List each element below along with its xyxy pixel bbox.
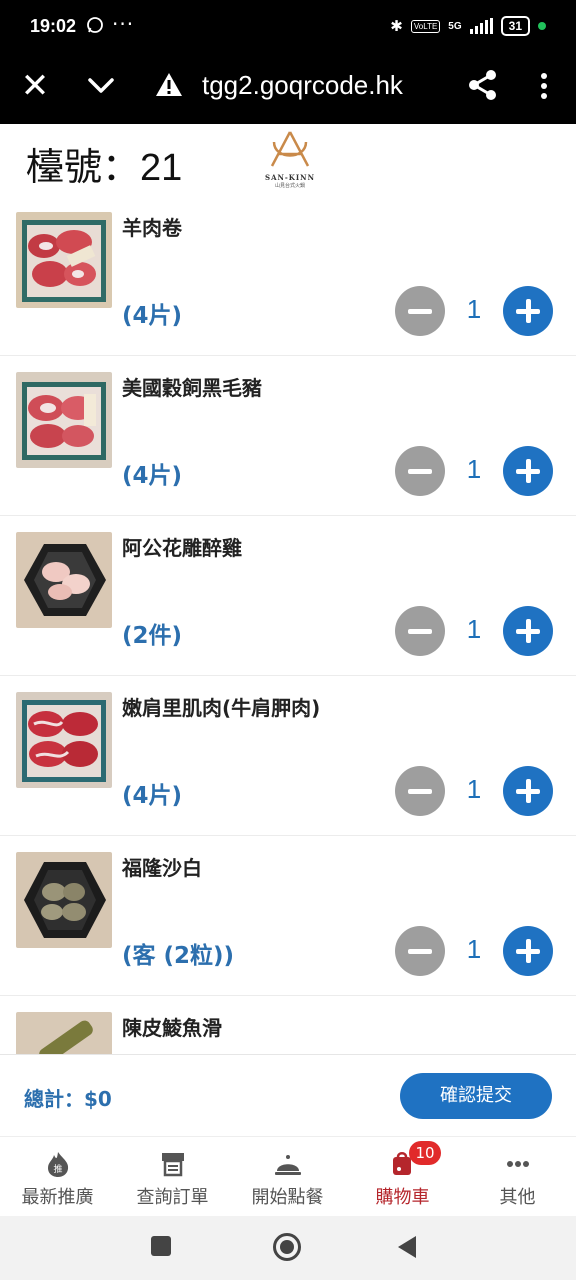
volte-icon: VoLTE — [410, 19, 441, 33]
order-footer: 總計：$0 確認提交 — [0, 1054, 576, 1136]
table-number-label: 檯號： — [26, 145, 141, 189]
item-photo-clam — [16, 852, 112, 948]
item-photo-chicken — [16, 532, 112, 628]
confirm-submit-button[interactable]: 確認提交 — [400, 1073, 552, 1119]
item-quantity: 1 — [466, 454, 482, 484]
item-name: 羊肉卷 — [122, 216, 182, 240]
nav-label: 購物車 — [375, 1187, 430, 1208]
item-quantity: 1 — [466, 614, 482, 644]
increase-button[interactable] — [503, 286, 553, 336]
close-icon[interactable]: ✕ — [20, 68, 50, 104]
item-quantity: 1 — [466, 294, 482, 324]
orders-icon — [162, 1153, 184, 1177]
nav-item-promotions[interactable]: 推 最新推廣 — [0, 1137, 115, 1217]
item-quantity: 1 — [466, 934, 482, 964]
order-total: 總計：$0 — [24, 1083, 112, 1112]
decrease-button[interactable] — [395, 606, 445, 656]
back-button[interactable] — [398, 1236, 416, 1258]
item-photo-fish — [16, 1012, 112, 1054]
table-number-heading: 檯號：21 — [26, 136, 182, 191]
nav-label: 查詢訂單 — [136, 1187, 209, 1208]
signal-icon — [469, 18, 493, 34]
cart-item-list[interactable]: 羊肉卷 (4片) 1 美國穀飼黑毛豬 (4片) 1 阿公花雕醉雞 (2件) 1 … — [0, 196, 576, 1054]
url-text[interactable]: tgg2.goqrcode.hk — [202, 70, 403, 101]
more-icon — [507, 1161, 529, 1167]
privacy-dot-icon — [538, 22, 546, 30]
item-name: 阿公花雕醉雞 — [122, 536, 242, 560]
logo-brand-text: SAN-KINN — [265, 173, 315, 182]
nav-label: 其他 — [499, 1187, 536, 1208]
cart-item: 阿公花雕醉雞 (2件) 1 — [0, 516, 576, 676]
item-name: 福隆沙白 — [122, 856, 202, 880]
increase-button[interactable] — [503, 606, 553, 656]
item-unit: (4片) — [122, 303, 183, 329]
nav-item-cart[interactable]: 10 購物車 — [345, 1137, 460, 1217]
cart-item: 福隆沙白 (客 (2粒)) 1 — [0, 836, 576, 996]
dish-icon — [275, 1155, 301, 1175]
item-name: 嫩肩里肌肉(牛肩胛肉) — [122, 696, 321, 720]
increase-button[interactable] — [503, 766, 553, 816]
cart-item: 嫩肩里肌肉(牛肩胛肉) (4片) 1 — [0, 676, 576, 836]
item-name: 美國穀飼黑毛豬 — [122, 376, 262, 400]
browser-toolbar: ✕ tgg2.goqrcode.hk — [0, 54, 576, 124]
status-bar: 19:02 ··· ✱ VoLTE 5G 31 — [0, 0, 576, 54]
nav-item-orders[interactable]: 查詢訂單 — [115, 1137, 230, 1217]
whatsapp-icon — [86, 16, 104, 38]
home-button[interactable] — [273, 1233, 301, 1261]
decrease-button[interactable] — [395, 926, 445, 976]
svg-text:推: 推 — [53, 1163, 62, 1175]
item-unit: (4片) — [122, 783, 183, 809]
promo-icon: 推 — [48, 1152, 69, 1177]
cart-count-badge: 10 — [409, 1141, 441, 1165]
decrease-button[interactable] — [395, 766, 445, 816]
restaurant-logo: SAN-KINN 山見台式火鍋 — [262, 130, 318, 189]
network-type: 5G — [448, 20, 462, 32]
item-unit: (2件) — [122, 623, 183, 649]
system-navigation-bar — [0, 1216, 576, 1280]
item-quantity: 1 — [466, 774, 482, 804]
total-label: 總計： — [24, 1087, 84, 1111]
item-name: 陳皮鯪魚滑 — [122, 1016, 222, 1040]
bottom-navigation: 推 最新推廣 查詢訂單 開始點餐 10 購物車 其他 — [0, 1136, 576, 1216]
battery-icon: 31 — [500, 16, 530, 36]
increase-button[interactable] — [503, 926, 553, 976]
chevron-down-icon[interactable] — [86, 68, 116, 104]
overflow-menu-icon[interactable] — [532, 68, 556, 104]
table-number-value: 21 — [140, 147, 183, 189]
item-photo-lamb — [16, 212, 112, 308]
bluetooth-icon: ✱ — [390, 18, 403, 35]
nav-item-start-order[interactable]: 開始點餐 — [230, 1137, 345, 1217]
logo-sub-text: 山見台式火鍋 — [274, 183, 305, 189]
more-notifications-icon: ··· — [112, 12, 135, 36]
increase-button[interactable] — [503, 446, 553, 496]
status-time: 19:02 — [30, 16, 77, 36]
nav-label: 最新推廣 — [21, 1187, 94, 1208]
cart-item: 羊肉卷 (4片) 1 — [0, 196, 576, 356]
item-unit: (客 (2粒)) — [122, 943, 235, 969]
cart-item: 陳皮鯪魚滑 — [0, 996, 576, 1054]
nav-item-more[interactable]: 其他 — [460, 1137, 575, 1217]
decrease-button[interactable] — [395, 446, 445, 496]
nav-label: 開始點餐 — [251, 1187, 324, 1208]
logo-mark-icon — [270, 131, 310, 167]
total-value: $0 — [84, 1087, 112, 1111]
item-unit: (4片) — [122, 463, 183, 489]
recents-button[interactable] — [151, 1236, 171, 1256]
warning-icon[interactable] — [154, 70, 184, 100]
item-photo-beef — [16, 692, 112, 788]
decrease-button[interactable] — [395, 286, 445, 336]
share-icon[interactable] — [466, 68, 500, 102]
item-photo-pork — [16, 372, 112, 468]
cart-item: 美國穀飼黑毛豬 (4片) 1 — [0, 356, 576, 516]
